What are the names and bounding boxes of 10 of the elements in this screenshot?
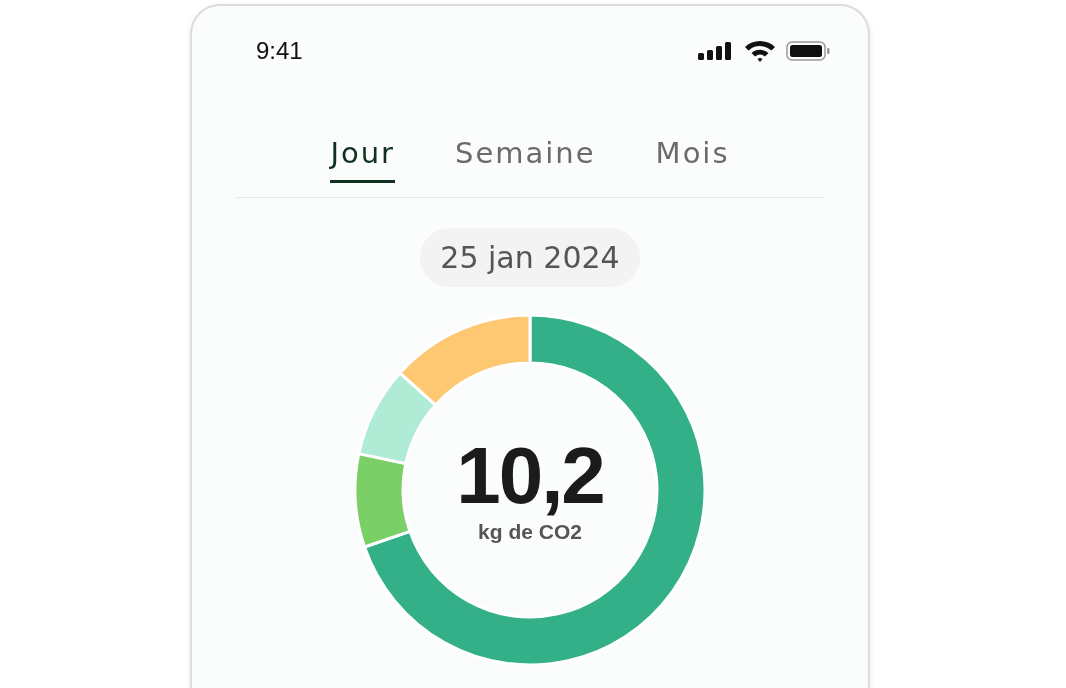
status-time: 9:41 bbox=[256, 37, 303, 65]
total-unit: kg de CO2 bbox=[478, 520, 582, 544]
total-value: 10,2 bbox=[456, 436, 604, 516]
period-tab[interactable]: Mois bbox=[655, 136, 730, 183]
wifi-icon bbox=[744, 40, 776, 62]
period-tab[interactable]: Semaine bbox=[455, 136, 596, 183]
period-tab[interactable]: Jour bbox=[330, 136, 396, 183]
date-pill[interactable]: 25 jan 2024 bbox=[420, 228, 640, 287]
battery-icon bbox=[786, 41, 830, 61]
signal-icon bbox=[698, 42, 734, 60]
